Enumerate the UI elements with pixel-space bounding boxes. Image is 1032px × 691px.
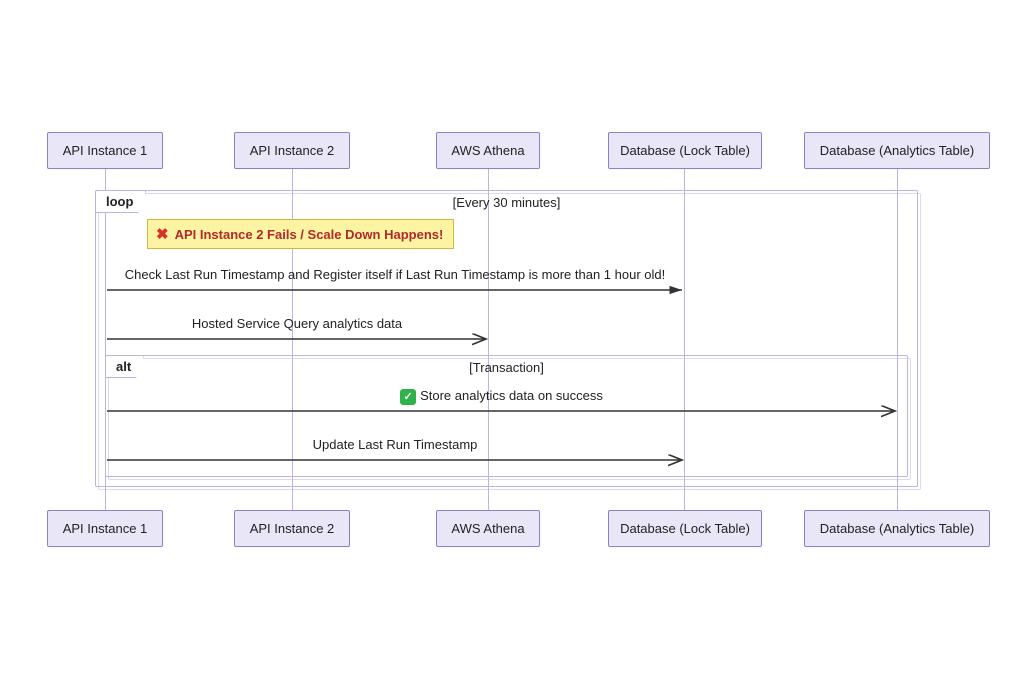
participant-label: Database (Lock Table) xyxy=(620,521,750,536)
message-store-analytics: ✓Store analytics data on success xyxy=(110,388,893,405)
participant-api2-top: API Instance 2 xyxy=(234,132,350,169)
participant-athena-top: AWS Athena xyxy=(436,132,540,169)
frame-alt-label: alt xyxy=(105,355,144,378)
participant-label: API Instance 2 xyxy=(250,521,335,536)
sequence-diagram: API Instance 1 API Instance 2 AWS Athena… xyxy=(0,0,1032,691)
participant-label: AWS Athena xyxy=(451,143,524,158)
participant-api1-top: API Instance 1 xyxy=(47,132,163,169)
participant-analy-top: Database (Analytics Table) xyxy=(804,132,990,169)
participant-label: API Instance 2 xyxy=(250,143,335,158)
frame-loop-label: loop xyxy=(95,190,146,213)
cross-icon: ✖ xyxy=(156,225,169,243)
participant-label: AWS Athena xyxy=(451,521,524,536)
frame-alt: alt [Transaction] xyxy=(105,355,908,477)
frame-loop-guard: [Every 30 minutes] xyxy=(453,195,561,210)
message-check-timestamp: Check Last Run Timestamp and Register it… xyxy=(110,267,680,282)
message-query-analytics: Hosted Service Query analytics data xyxy=(110,316,484,331)
participant-label: API Instance 1 xyxy=(63,521,148,536)
participant-label: Database (Lock Table) xyxy=(620,143,750,158)
failure-note: ✖ API Instance 2 Fails / Scale Down Happ… xyxy=(147,219,454,249)
participant-label: Database (Analytics Table) xyxy=(820,521,974,536)
failure-note-text: API Instance 2 Fails / Scale Down Happen… xyxy=(175,227,444,242)
participant-label: Database (Analytics Table) xyxy=(820,143,974,158)
participant-lock-bottom: Database (Lock Table) xyxy=(608,510,762,547)
participant-athena-bottom: AWS Athena xyxy=(436,510,540,547)
participant-api2-bottom: API Instance 2 xyxy=(234,510,350,547)
participant-label: API Instance 1 xyxy=(63,143,148,158)
participant-analy-bottom: Database (Analytics Table) xyxy=(804,510,990,547)
message-update-timestamp: Update Last Run Timestamp xyxy=(110,437,680,452)
participant-api1-bottom: API Instance 1 xyxy=(47,510,163,547)
check-icon: ✓ xyxy=(400,389,416,405)
frame-alt-guard: [Transaction] xyxy=(469,360,544,375)
participant-lock-top: Database (Lock Table) xyxy=(608,132,762,169)
